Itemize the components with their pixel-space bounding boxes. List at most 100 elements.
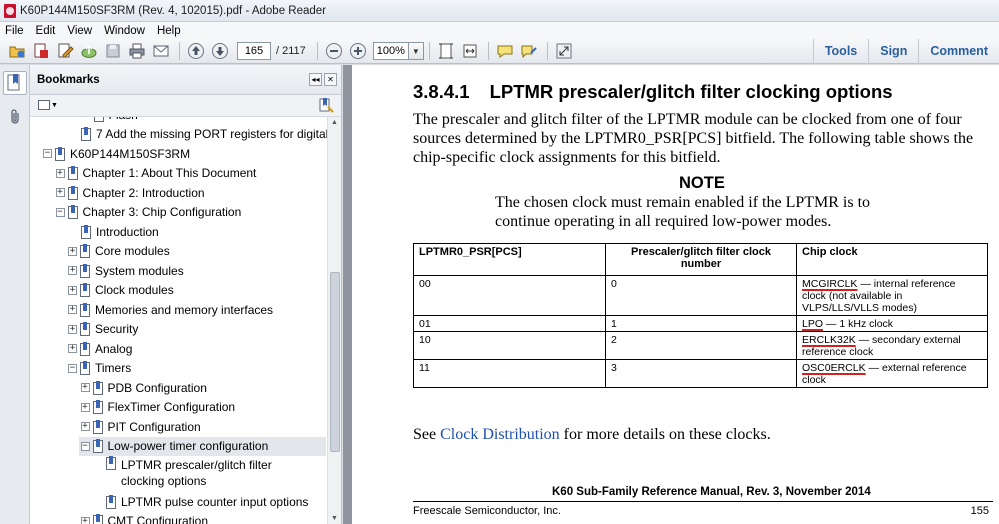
bookmark-icon <box>92 380 103 395</box>
menu-help[interactable]: Help <box>157 25 181 37</box>
bookmark-item[interactable]: + Chapter 2: Introduction <box>55 183 205 202</box>
scroll-down-icon[interactable]: ▼ <box>331 515 338 522</box>
zoom-level-input[interactable] <box>372 42 409 60</box>
bookmark-item[interactable]: − Chapter 3: Chip Configuration <box>55 203 241 222</box>
page-total-label: / 2117 <box>276 45 306 57</box>
bookmark-label: Memories and memory interfaces <box>95 302 274 317</box>
expand-icon[interactable]: + <box>68 246 77 256</box>
email-button[interactable] <box>150 40 172 62</box>
bookmark-item[interactable]: + Analog <box>68 339 132 358</box>
edit-button[interactable] <box>54 40 76 62</box>
options-menu-button[interactable]: ▼ <box>38 99 58 111</box>
clock-distribution-link[interactable]: Clock Distribution <box>440 426 560 443</box>
page-number-input[interactable] <box>237 42 271 60</box>
scrollbar-thumb[interactable] <box>330 272 340 452</box>
expand-icon[interactable]: + <box>80 383 90 392</box>
expand-icon[interactable]: + <box>68 324 77 334</box>
expand-button[interactable] <box>553 40 575 62</box>
fit-width-button[interactable] <box>459 40 481 62</box>
clock-number-cell: 3 <box>605 359 797 388</box>
close-panel-button[interactable]: ✕ <box>324 73 337 86</box>
expand-icon[interactable]: + <box>68 305 77 314</box>
tools-pane-button[interactable]: Tools <box>812 39 868 64</box>
bookmark-label: K60P144M150SF3RM <box>70 146 191 161</box>
bookmark-item[interactable]: + System modules <box>68 261 184 280</box>
collapse-icon[interactable]: − <box>68 363 77 373</box>
bookmark-label: Timers <box>95 361 132 375</box>
expand-icon[interactable]: + <box>80 422 90 431</box>
bookmark-label: FlexTimer Configuration <box>107 400 236 414</box>
collapse-icon[interactable]: − <box>80 441 90 451</box>
bookmark-icon <box>92 419 103 434</box>
create-pdf-button[interactable] <box>30 40 52 62</box>
collapse-panel-button[interactable]: ◂◂ <box>309 73 322 86</box>
print-button[interactable] <box>126 40 148 62</box>
bookmark-item[interactable]: + Clock modules <box>68 281 174 300</box>
previous-page-button[interactable] <box>185 40 207 62</box>
clock-description: — 1 kHz clock <box>823 318 894 330</box>
menu-window[interactable]: Window <box>104 25 145 37</box>
footer-title: K60 Sub-Family Reference Manual, Rev. 3,… <box>552 486 871 498</box>
upload-button[interactable] <box>78 40 100 62</box>
bookmark-icon <box>80 283 90 297</box>
title-bar: K60P144M150SF3RM (Rev. 4, 102015).pdf - … <box>0 0 999 22</box>
bookmark-item[interactable]: + CMT Configuration <box>80 512 208 524</box>
fit-page-button[interactable] <box>435 40 457 62</box>
bookmarks-tab-button[interactable] <box>3 71 27 95</box>
expand-icon[interactable]: + <box>80 516 90 524</box>
chip-clock-cell: OSC0ERCLK — external reference clock <box>796 359 988 388</box>
scroll-up-icon[interactable]: ▲ <box>331 119 338 126</box>
bookmark-item[interactable]: + PIT Configuration <box>80 417 201 436</box>
menu-edit[interactable]: Edit <box>36 25 56 37</box>
bookmark-item[interactable]: − Timers <box>68 359 131 378</box>
table-row: 11 3 OSC0ERCLK — external reference clock <box>413 359 988 388</box>
column-header: Prescaler/glitch filter clock number <box>605 243 797 276</box>
bookmark-item[interactable]: + Security <box>68 320 138 339</box>
comment-pane-button[interactable]: Comment <box>918 39 999 64</box>
expand-icon[interactable]: + <box>68 266 77 275</box>
bookmark-item[interactable]: − Low-power timer configuration <box>78 436 326 456</box>
collapse-icon[interactable]: − <box>43 149 52 158</box>
open-button[interactable] <box>6 40 28 62</box>
bookmark-item[interactable]: 7 Add the missing PORT registers for dig… <box>68 125 328 144</box>
highlight-button[interactable] <box>518 40 540 62</box>
expand-icon[interactable]: + <box>68 285 77 295</box>
bookmark-item[interactable]: + Core modules <box>68 242 170 261</box>
new-bookmark-icon[interactable] <box>319 98 334 113</box>
menu-view[interactable]: View <box>67 25 92 37</box>
bookmark-item[interactable]: + Memories and memory interfaces <box>68 300 273 319</box>
bookmark-label: Clock modules <box>95 283 174 297</box>
bookmark-item[interactable]: Introduction <box>68 222 159 241</box>
expand-icon[interactable]: + <box>55 188 65 197</box>
comment-button[interactable] <box>494 40 516 62</box>
clock-signal-name: LPO <box>802 318 824 330</box>
attachments-tab-button[interactable] <box>3 105 27 129</box>
bookmark-item[interactable]: + Chapter 1: About This Document <box>55 164 256 183</box>
bookmark-item[interactable]: − K60P144M150SF3RM <box>43 144 190 163</box>
bookmark-item[interactable]: LPTMR prescaler/glitch filter clocking o… <box>93 456 311 492</box>
zoom-dropdown-button[interactable]: ▼ <box>408 42 424 60</box>
zoom-in-button[interactable] <box>347 40 369 62</box>
envelope-icon <box>153 45 169 57</box>
toolbar-separator <box>428 42 430 60</box>
bookmark-item[interactable]: LPTMR pulse counter input options <box>93 492 308 511</box>
column-header: Chip clock <box>796 243 988 276</box>
expand-icon[interactable]: + <box>55 168 65 178</box>
expand-icon[interactable]: + <box>80 402 90 412</box>
next-page-button[interactable] <box>209 40 231 62</box>
bookmark-label: LPTMR pulse counter input options <box>121 494 309 509</box>
bookmark-item[interactable]: + FlexTimer Configuration <box>80 398 236 417</box>
bookmark-icon <box>81 224 91 239</box>
expand-icon[interactable]: + <box>68 344 77 353</box>
footer-publisher: Freescale Semiconductor, Inc. <box>413 505 561 517</box>
bookmark-item[interactable]: + PDB Configuration <box>80 378 207 397</box>
bookmark-item[interactable]: Flash <box>81 117 138 124</box>
open-folder-icon <box>9 46 25 58</box>
bookmark-icon <box>92 514 103 524</box>
save-button[interactable] <box>102 40 124 62</box>
menu-file[interactable]: File <box>5 25 24 37</box>
collapse-icon[interactable]: − <box>55 207 65 217</box>
bookmarks-scrollbar[interactable]: ▲ ▼ <box>327 117 341 524</box>
sign-pane-button[interactable]: Sign <box>868 39 918 64</box>
zoom-out-button[interactable] <box>323 40 345 62</box>
